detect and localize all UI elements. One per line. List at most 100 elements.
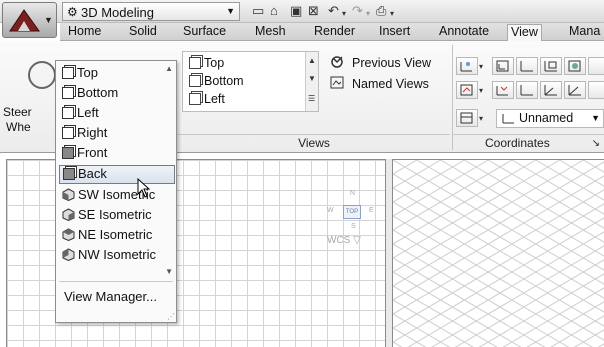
- mouse-cursor-icon: [137, 178, 151, 198]
- compass-west-icon: W: [327, 207, 334, 214]
- gallery-item-left[interactable]: Left: [189, 91, 225, 107]
- customize-toolbar-icon[interactable]: ▾: [390, 6, 394, 22]
- cube-top-icon: [62, 67, 74, 79]
- cube-top-icon: [189, 57, 201, 69]
- ucs-zaxis-button[interactable]: [540, 81, 562, 99]
- cube-left-icon: [62, 107, 74, 119]
- named-ucs-combo[interactable]: Unnamed ▼: [496, 109, 604, 128]
- menu-item-se-isometric[interactable]: SE Isometric: [59, 206, 175, 225]
- ucs-3d-icon: [568, 85, 581, 96]
- tab-manage[interactable]: Mana: [566, 23, 603, 41]
- ucs-view-icon: [496, 60, 509, 72]
- iso-se-icon: [62, 208, 75, 221]
- viewcube-face[interactable]: TOP: [343, 205, 361, 219]
- tab-mesh[interactable]: Mesh: [252, 23, 289, 41]
- plot-icon[interactable]: ⎙: [376, 3, 386, 19]
- compass-south-icon: S: [351, 223, 356, 230]
- ucs-object-button[interactable]: [564, 57, 586, 75]
- previous-view-button[interactable]: Previous View: [330, 55, 431, 70]
- views-panel-title: Views: [178, 134, 450, 152]
- ucs-x-button[interactable]: [516, 57, 538, 75]
- tab-insert[interactable]: Insert: [376, 23, 413, 41]
- cube-bottom-icon: [189, 75, 201, 87]
- menu-item-front[interactable]: Front: [59, 144, 175, 163]
- ucs-view-button[interactable]: [492, 57, 514, 75]
- wcs-menu[interactable]: WCS ▽: [327, 235, 361, 246]
- ucs-previous-button[interactable]: [492, 81, 514, 99]
- ucs-3d-button[interactable]: [564, 81, 586, 99]
- view-manager-menu-item[interactable]: View Manager...: [64, 289, 157, 304]
- menu-item-right[interactable]: Right: [59, 124, 175, 143]
- cube-front-icon: [62, 147, 74, 159]
- menu-item-ne-isometric[interactable]: NE Isometric: [59, 226, 175, 245]
- ucs-named-button[interactable]: [456, 109, 478, 127]
- iso-ne-icon: [62, 228, 75, 241]
- tab-surface[interactable]: Surface: [180, 23, 229, 41]
- cube-bottom-icon: [62, 87, 74, 99]
- scroll-down-icon[interactable]: ▼: [165, 267, 173, 276]
- ucs-previous-icon: [496, 86, 508, 96]
- menu-item-left[interactable]: Left: [59, 104, 175, 123]
- ucs-more-button-2[interactable]: [588, 81, 604, 99]
- menu-item-bottom[interactable]: Bottom: [59, 84, 175, 103]
- views-gallery[interactable]: Top Bottom Left ▲ ▼ ☰: [182, 51, 319, 112]
- compass-east-icon: E: [369, 207, 374, 214]
- cube-back-icon: [63, 168, 75, 180]
- redo-icon[interactable]: ↷: [352, 3, 363, 19]
- gallery-expand-icon[interactable]: ☰: [308, 94, 315, 103]
- tab-annotate[interactable]: Annotate: [436, 23, 492, 41]
- save-as-icon[interactable]: ⊠: [308, 3, 319, 19]
- tab-solid[interactable]: Solid: [126, 23, 160, 41]
- new-file-icon[interactable]: ▭: [252, 3, 264, 19]
- undo-dropdown-icon[interactable]: ▾: [342, 6, 346, 22]
- views-dropdown-menu: Top Bottom Left Right Front Back SW Isom…: [55, 60, 177, 323]
- steering-wheel-label: Steer: [3, 105, 32, 119]
- ucs-3point-button[interactable]: [456, 81, 478, 99]
- chevron-down-icon[interactable]: ▾: [479, 62, 483, 71]
- tab-render[interactable]: Render: [311, 23, 358, 41]
- cube-right-icon: [62, 127, 74, 139]
- ucs-more-button[interactable]: [588, 57, 604, 75]
- workspace-selector[interactable]: ⚙ 3D Modeling ▼: [62, 2, 240, 21]
- save-icon[interactable]: ▣: [290, 3, 302, 19]
- ucs-world-icon: [460, 62, 472, 72]
- scroll-up-icon[interactable]: ▲: [308, 56, 316, 65]
- menu-item-sw-isometric[interactable]: SW Isometric: [59, 186, 175, 205]
- ucs-axis-icon: [502, 114, 514, 124]
- chevron-down-icon[interactable]: ▾: [479, 114, 483, 123]
- chevron-down-icon[interactable]: ▾: [479, 86, 483, 95]
- undo-icon[interactable]: ↶: [328, 3, 339, 19]
- open-folder-icon[interactable]: ⌂: [270, 3, 278, 19]
- menu-item-top[interactable]: Top: [59, 64, 175, 83]
- ucs-zaxis-icon: [544, 85, 557, 96]
- ucs-face-button[interactable]: [540, 57, 562, 75]
- named-views-button[interactable]: Named Views: [330, 76, 429, 91]
- chevron-down-icon: ▼: [591, 113, 600, 123]
- viewport-right[interactable]: [392, 159, 604, 347]
- steering-wheel-icon[interactable]: [28, 61, 56, 89]
- ucs-origin-button[interactable]: [516, 81, 538, 99]
- tab-view[interactable]: View: [507, 24, 542, 42]
- resize-grip-icon[interactable]: ⋰: [167, 312, 175, 321]
- menu-item-nw-isometric[interactable]: NW Isometric: [59, 246, 175, 265]
- quick-access-toolbar: ⚙ 3D Modeling ▼ ▭ ⌂ ▣ ⊠ ↶ ▾ ↷ ▾ ⎙ ▾: [0, 0, 604, 23]
- ucs-face-icon: [544, 61, 557, 72]
- redo-dropdown-icon[interactable]: ▾: [366, 6, 370, 22]
- chevron-down-icon: ▼: [44, 15, 53, 25]
- previous-view-icon: [331, 56, 343, 68]
- workspace-name: 3D Modeling: [81, 5, 154, 20]
- gallery-scrollbar[interactable]: ▲ ▼ ☰: [305, 52, 318, 111]
- scroll-up-icon[interactable]: ▲: [165, 64, 173, 73]
- tab-home[interactable]: Home: [65, 23, 104, 41]
- panel-expand-icon[interactable]: ↘: [592, 135, 600, 152]
- autocad-logo-icon: [9, 9, 40, 32]
- ucs-origin-icon: [520, 85, 533, 96]
- menu-item-back[interactable]: Back: [59, 165, 175, 184]
- gallery-item-bottom[interactable]: Bottom: [189, 73, 244, 89]
- steering-wheel-label-2: Whe: [6, 120, 31, 134]
- scroll-down-icon[interactable]: ▼: [308, 74, 316, 83]
- gallery-item-top[interactable]: Top: [189, 55, 224, 71]
- ucs-world-button[interactable]: [456, 57, 478, 75]
- ucs-3point-icon: [460, 84, 473, 96]
- application-menu-button[interactable]: ▼: [2, 2, 57, 38]
